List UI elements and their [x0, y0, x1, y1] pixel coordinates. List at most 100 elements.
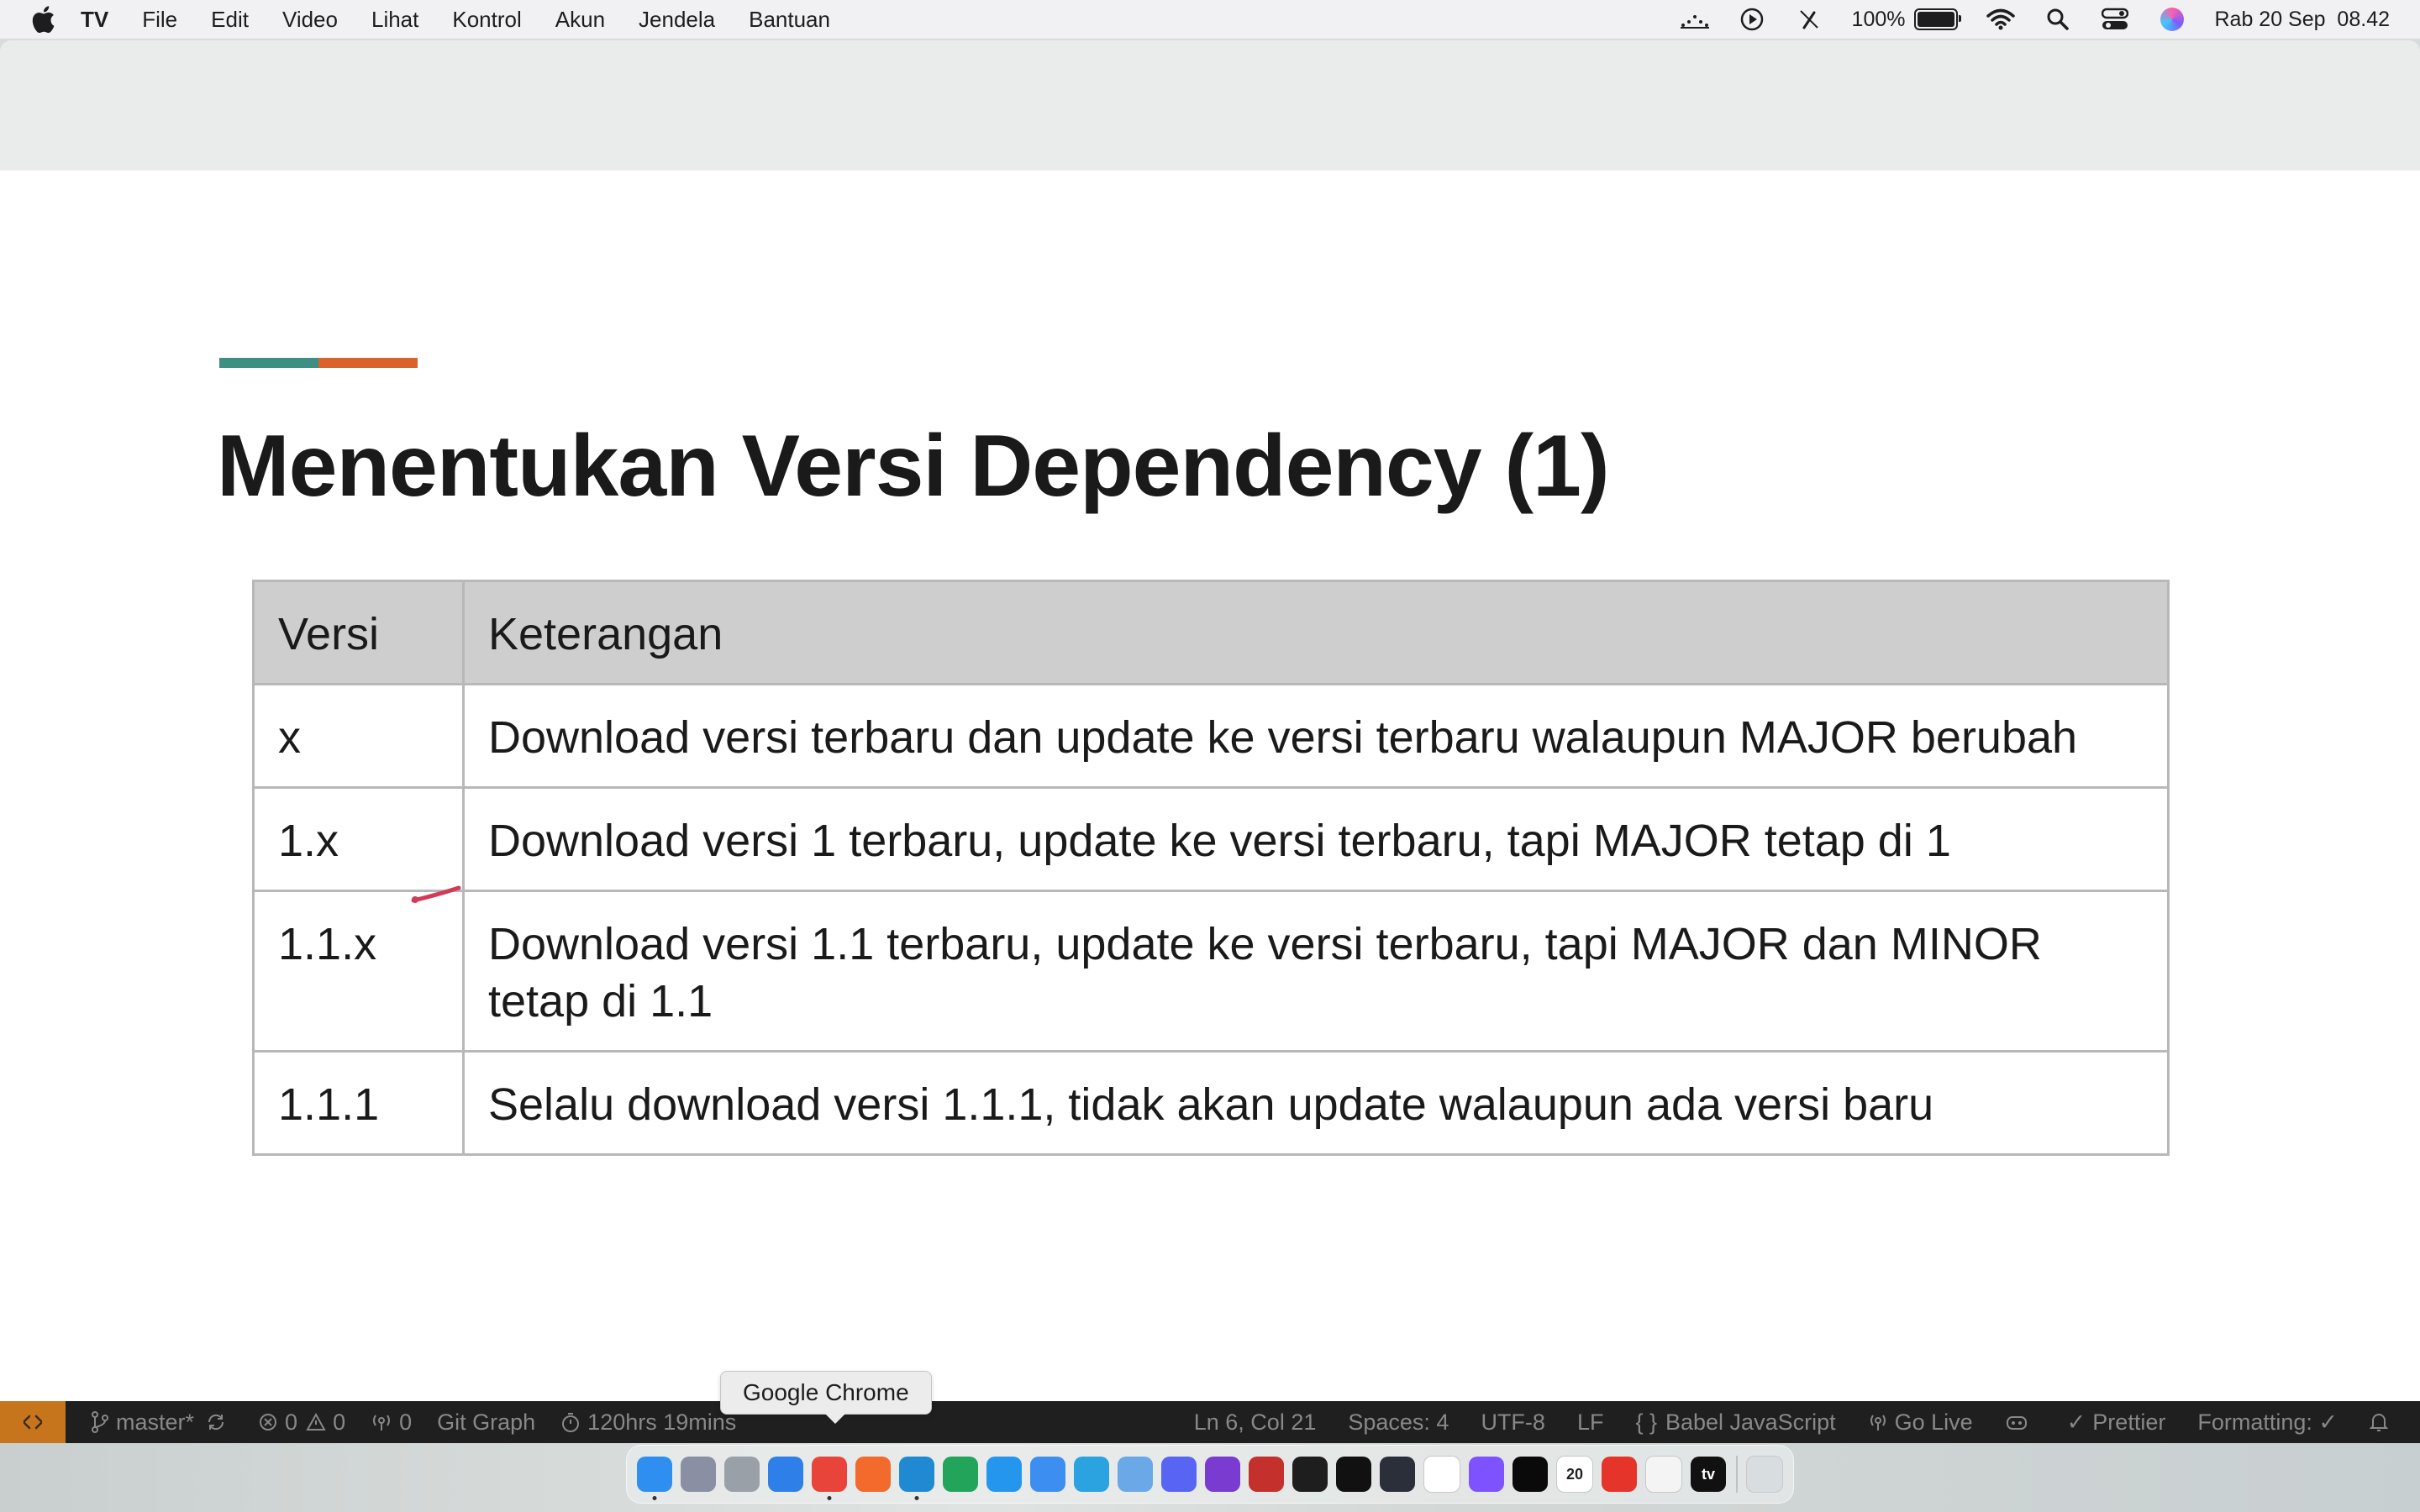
broadcast-icon [1870, 1415, 1886, 1431]
prettier-status[interactable]: ✓ Prettier [2067, 1410, 2166, 1436]
go-live-button[interactable]: Go Live [1868, 1410, 1973, 1436]
table-row: x Download versi terbaru dan update ke v… [252, 683, 2170, 789]
vscode-icon[interactable] [899, 1457, 934, 1500]
dock-tooltip: Google Chrome [720, 1371, 932, 1424]
bell-icon[interactable] [2370, 1411, 2395, 1433]
finder-icon[interactable] [637, 1457, 672, 1500]
menu-jendela[interactable]: Jendela [639, 7, 715, 33]
docker-icon[interactable] [986, 1457, 1022, 1492]
copilot-icon[interactable] [2005, 1412, 2035, 1432]
table-cell-version: x [252, 683, 465, 789]
menu-lihat[interactable]: Lihat [371, 7, 418, 33]
play-circle-icon[interactable] [1738, 5, 1766, 34]
table-cell-version: 1.x [252, 786, 465, 892]
textedit-icon[interactable] [1645, 1456, 1682, 1493]
vscode-status-bar: master* 0 0 0 Git Graph 120hrs 19mins Ln… [0, 1401, 2420, 1443]
warning-icon [306, 1412, 326, 1431]
table-cell-description: Selalu download versi 1.1.1, tidak akan … [462, 1050, 2170, 1156]
table-row: 1.x Download versi 1 terbaru, update ke … [252, 786, 2170, 892]
slide-title: Menentukan Versi Dependency (1) [217, 417, 1610, 515]
menu-bantuan[interactable]: Bantuan [749, 7, 830, 33]
remote-indicator-button[interactable] [0, 1401, 66, 1443]
figma-icon[interactable] [1292, 1457, 1328, 1492]
apple-icon[interactable] [30, 5, 55, 34]
window-toolbar-area [0, 40, 2420, 171]
appletv-icon[interactable]: tv [1691, 1457, 1726, 1492]
running-indicator [914, 1496, 919, 1500]
menu-bar: TV File Edit Video Lihat Kontrol Akun Je… [0, 0, 2420, 39]
swift-icon[interactable] [855, 1457, 891, 1492]
ports-indicator[interactable]: 0 [371, 1410, 412, 1436]
line-ending[interactable]: LF [1577, 1410, 1604, 1436]
table-row: 1.1.1 Selalu download versi 1.1.1, tidak… [252, 1050, 2170, 1156]
running-indicator [652, 1496, 657, 1500]
table-cell-version: 1.1.1 [252, 1050, 465, 1156]
table-cell-description: Download versi terbaru dan update ke ver… [462, 683, 2170, 789]
discord-icon[interactable] [1161, 1457, 1197, 1492]
menubar-datetime[interactable]: Rab 20 Sep 08.42 [2215, 8, 2391, 32]
database-icon[interactable] [1118, 1457, 1153, 1492]
redis-icon[interactable] [1249, 1457, 1284, 1492]
table-cell-version: 1.1.x [252, 890, 465, 1053]
mongodb-icon[interactable] [943, 1457, 978, 1492]
chrome-icon[interactable] [812, 1457, 847, 1500]
formatting-status[interactable]: Formatting: ✓ [2197, 1410, 2338, 1436]
menu-kontrol[interactable]: Kontrol [452, 7, 521, 33]
table-cell-description: Download versi 1.1 terbaru, update ke ve… [462, 890, 2170, 1053]
siri-icon[interactable] [2158, 5, 2186, 34]
time-tracker[interactable]: 120hrs 19mins [560, 1410, 736, 1436]
git-branch[interactable]: master* [91, 1410, 233, 1436]
menu-edit[interactable]: Edit [211, 7, 249, 33]
menu-app-name[interactable]: TV [81, 7, 108, 33]
accent-bar-orange [318, 358, 418, 368]
kotlin-icon[interactable] [1469, 1457, 1504, 1492]
git-graph-button[interactable]: Git Graph [437, 1410, 535, 1436]
cursor-position[interactable]: Ln 6, Col 21 [1194, 1410, 1317, 1436]
dock: 20 tv [626, 1445, 1794, 1504]
table-cell-description: Download versi 1 terbaru, update ke vers… [462, 786, 2170, 892]
capcut-icon[interactable] [1512, 1457, 1548, 1492]
braces-icon: { } [1635, 1409, 1657, 1435]
patch-icon[interactable] [1336, 1457, 1371, 1492]
notion-icon[interactable] [1423, 1456, 1460, 1493]
dotted-graph-icon[interactable] [1680, 5, 1709, 34]
double-check-icon: ✓ [2066, 1409, 2086, 1435]
safari-icon[interactable] [768, 1457, 803, 1492]
telegram-icon[interactable] [1074, 1457, 1109, 1492]
table-header-versi: Versi [252, 580, 465, 685]
menu-akun[interactable]: Akun [555, 7, 605, 33]
encoding[interactable]: UTF-8 [1481, 1410, 1545, 1436]
remote-icon [23, 1415, 43, 1430]
pen-off-icon[interactable] [1795, 5, 1823, 34]
trash-icon[interactable] [1746, 1456, 1783, 1493]
fontbook-icon[interactable] [724, 1457, 760, 1492]
table-header-row: Versi Keterangan [252, 580, 2170, 685]
battery-icon[interactable] [1913, 8, 1961, 30]
error-icon [260, 1414, 277, 1431]
stopwatch-icon [562, 1413, 580, 1432]
table-header-keterangan: Keterangan [462, 580, 2170, 685]
mail-icon[interactable] [1030, 1457, 1065, 1492]
language-mode[interactable]: { } Babel JavaScript [1635, 1410, 1835, 1436]
calendar-icon[interactable]: 20 [1556, 1456, 1593, 1493]
battery-percent: 100% [1851, 7, 1906, 31]
menu-video[interactable]: Video [282, 7, 338, 33]
git-branch-icon [92, 1411, 108, 1433]
accent-bar-teal [219, 358, 318, 368]
broadcast-icon [373, 1415, 391, 1431]
problems-indicator[interactable]: 0 0 [258, 1410, 345, 1436]
chatgpt-icon[interactable] [1380, 1457, 1415, 1492]
indentation[interactable]: Spaces: 4 [1348, 1410, 1449, 1436]
sync-icon[interactable] [206, 1412, 226, 1432]
wps-icon[interactable] [1602, 1457, 1637, 1492]
control-center-icon[interactable] [2101, 5, 2129, 34]
dock-icon-label: 20 [1565, 1465, 1584, 1483]
wifi-icon[interactable] [1986, 5, 2015, 34]
launchpad-icon[interactable] [681, 1457, 716, 1492]
version-table: Versi Keterangan x Download versi terbar… [252, 580, 2170, 1156]
dock-icon-label: tv [1701, 1465, 1715, 1483]
search-icon[interactable] [2044, 5, 2072, 34]
dock-separator [1736, 1456, 1738, 1493]
github-icon[interactable] [1205, 1457, 1240, 1492]
menu-file[interactable]: File [142, 7, 177, 33]
